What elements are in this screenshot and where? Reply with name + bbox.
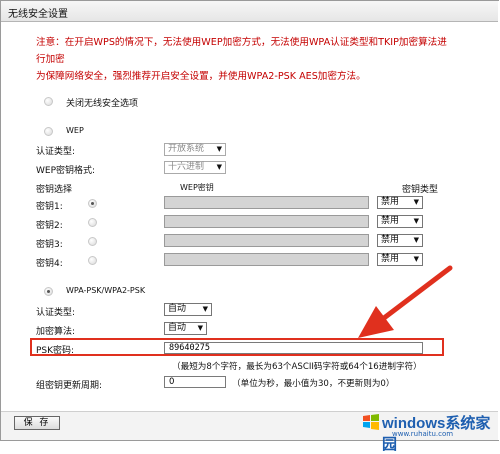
windows-logo-icon [363, 414, 379, 430]
save-button[interactable]: 保 存 [14, 416, 60, 430]
annotation-arrow-icon [358, 265, 453, 338]
watermark-url: www.ruhaitu.com [392, 430, 454, 438]
